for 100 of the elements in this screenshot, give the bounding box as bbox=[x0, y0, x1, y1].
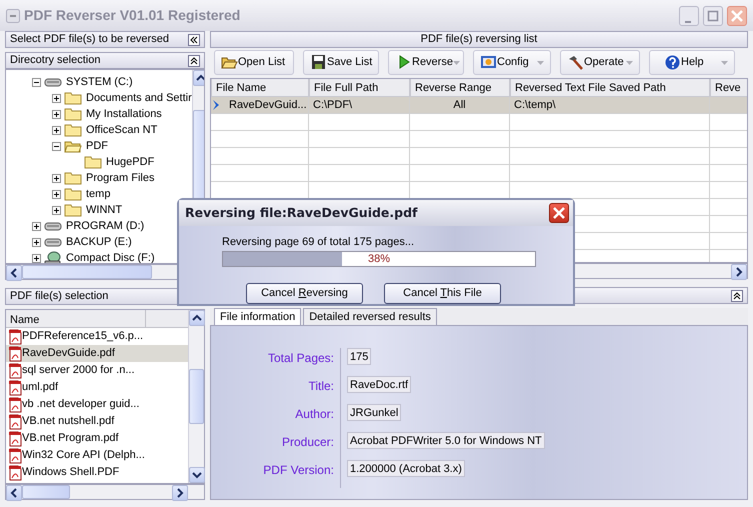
toolbar-button[interactable]: Config bbox=[473, 50, 551, 75]
drive-icon bbox=[44, 220, 62, 232]
file-item[interactable]: PDFReference15_v6.p... bbox=[6, 328, 188, 346]
horizontal-scrollbar[interactable] bbox=[5, 484, 205, 500]
close-button[interactable] bbox=[549, 203, 569, 223]
file-item[interactable]: uml.pdf bbox=[6, 379, 188, 396]
hammer-icon bbox=[567, 54, 584, 71]
folder-icon bbox=[64, 91, 82, 105]
pdf-file-icon bbox=[8, 430, 22, 447]
toolbar-button[interactable]: Save List bbox=[303, 50, 379, 75]
double-chevron-left-icon bbox=[190, 36, 198, 44]
tree-item[interactable]: HugePDF bbox=[106, 154, 154, 170]
help-icon bbox=[664, 54, 681, 71]
folder-icon bbox=[84, 155, 102, 169]
tree-item[interactable]: Compact Disc (F:) bbox=[66, 250, 155, 264]
pdf-file-icon bbox=[8, 362, 22, 379]
expand-box-icon[interactable] bbox=[52, 206, 61, 214]
tree-item[interactable]: My Installations bbox=[86, 106, 162, 122]
app-menu-icon[interactable] bbox=[6, 8, 20, 22]
field-value: RaveDoc.rtf bbox=[347, 376, 412, 393]
scroll-up-button[interactable] bbox=[192, 70, 204, 86]
folder-icon bbox=[64, 171, 82, 185]
dialog-button[interactable]: Cancel Reversing bbox=[246, 282, 363, 304]
panel-title: PDF file(s) reversing list bbox=[420, 33, 538, 45]
tree-item[interactable]: OfficeScan NT bbox=[86, 122, 158, 138]
scroll-thumb[interactable] bbox=[22, 485, 70, 499]
field-label: Total Pages: bbox=[211, 348, 341, 376]
file-item[interactable]: VB.net nutshell.pdf bbox=[6, 413, 188, 430]
pdf-file-icon bbox=[8, 414, 22, 430]
vertical-scrollbar[interactable] bbox=[188, 310, 204, 483]
tab[interactable]: Detailed reversed results bbox=[303, 308, 437, 325]
pdf-file-icon bbox=[8, 396, 22, 413]
collapse-button[interactable] bbox=[188, 34, 200, 46]
table-cell: C:\PDF\ bbox=[309, 97, 410, 114]
folder-icon bbox=[64, 123, 82, 137]
tree-item[interactable]: Program Files bbox=[86, 170, 154, 186]
file-item[interactable]: VB.net Program.pdf bbox=[6, 430, 188, 448]
collapse-button[interactable] bbox=[188, 54, 200, 66]
pdf-file-icon bbox=[8, 328, 22, 345]
scroll-right-button[interactable] bbox=[731, 264, 747, 280]
tree-item[interactable]: temp bbox=[86, 186, 110, 202]
expand-box-icon[interactable] bbox=[52, 174, 61, 182]
file-item[interactable]: Windows Shell.PDF bbox=[6, 464, 188, 482]
expand-box-icon[interactable] bbox=[52, 190, 61, 198]
collapse-button[interactable] bbox=[731, 290, 743, 302]
scroll-thumb[interactable] bbox=[22, 265, 152, 280]
expand-box-icon[interactable] bbox=[52, 94, 61, 102]
drive-icon bbox=[44, 76, 62, 88]
minimize-icon bbox=[685, 20, 691, 22]
field-value: JRGunkel bbox=[347, 404, 402, 421]
grid-row[interactable]: RaveDevGuid... C:\PDF\ All C:\temp\ bbox=[211, 97, 747, 114]
scroll-down-button[interactable] bbox=[189, 467, 205, 483]
progress-message: Reversing page 69 of total 175 pages... bbox=[222, 235, 416, 250]
collapse-box-icon[interactable] bbox=[32, 78, 41, 86]
tree-item[interactable]: Documents and Settir bbox=[86, 90, 192, 106]
file-item[interactable]: RaveDevGuide.pdf bbox=[6, 345, 188, 362]
scroll-left-button[interactable] bbox=[6, 265, 22, 282]
expand-box-icon[interactable] bbox=[52, 126, 61, 134]
section-title: Direcotry selection bbox=[10, 53, 100, 68]
file-item[interactable]: vb .net developer guid... bbox=[6, 396, 188, 414]
maximize-button[interactable] bbox=[703, 6, 723, 26]
chevron-right-icon bbox=[734, 266, 744, 278]
field-label: PDF Version: bbox=[211, 460, 341, 488]
dialog-title: Reversing file:RaveDevGuide.pdf bbox=[185, 204, 418, 222]
folder-icon bbox=[64, 203, 82, 217]
folder-icon bbox=[64, 187, 82, 201]
field-value: 175 bbox=[347, 348, 372, 365]
pdf-file-icon bbox=[8, 448, 22, 464]
file-item[interactable]: sql server 2000 for .n... bbox=[6, 362, 188, 380]
collapse-box-icon[interactable] bbox=[52, 142, 61, 150]
table-cell: C:\temp\ bbox=[510, 97, 710, 114]
tree-item[interactable]: WINNT bbox=[86, 202, 122, 218]
dialog-button[interactable]: Cancel This File bbox=[384, 282, 501, 304]
tree-item[interactable]: SYSTEM (C:) bbox=[66, 74, 133, 90]
tree-item[interactable]: BACKUP (E:) bbox=[66, 234, 132, 250]
scroll-left-button[interactable] bbox=[6, 485, 22, 501]
tree-item[interactable]: PDF bbox=[86, 138, 108, 154]
double-chevron-up-icon bbox=[190, 56, 198, 65]
chevron-up-icon bbox=[191, 313, 203, 324]
scroll-up-button[interactable] bbox=[189, 310, 205, 326]
toolbar-button[interactable]: Open List bbox=[214, 50, 294, 75]
toolbar-button[interactable]: Reverse bbox=[388, 50, 464, 75]
tab[interactable]: File information bbox=[214, 308, 302, 325]
scroll-right-button[interactable] bbox=[172, 485, 188, 501]
field-label: Producer: bbox=[211, 432, 341, 460]
toolbar-button[interactable]: Help bbox=[649, 50, 735, 75]
scroll-thumb[interactable] bbox=[189, 369, 204, 424]
progress-percent: 38% bbox=[366, 252, 392, 266]
expand-box-icon[interactable] bbox=[32, 238, 41, 246]
table-cell: All bbox=[410, 97, 510, 114]
minimize-button[interactable] bbox=[679, 6, 699, 26]
drive-icon bbox=[44, 236, 62, 248]
tree-item[interactable]: PROGRAM (D:) bbox=[66, 218, 144, 234]
expand-box-icon[interactable] bbox=[32, 254, 41, 262]
file-item[interactable]: Win32 Core API (Delph... bbox=[6, 447, 188, 464]
pdf-file-icon bbox=[8, 380, 22, 396]
chevron-left-icon bbox=[9, 267, 19, 280]
expand-box-icon[interactable] bbox=[32, 222, 41, 230]
expand-box-icon[interactable] bbox=[52, 110, 61, 118]
toolbar-button[interactable]: Operate bbox=[560, 50, 640, 75]
